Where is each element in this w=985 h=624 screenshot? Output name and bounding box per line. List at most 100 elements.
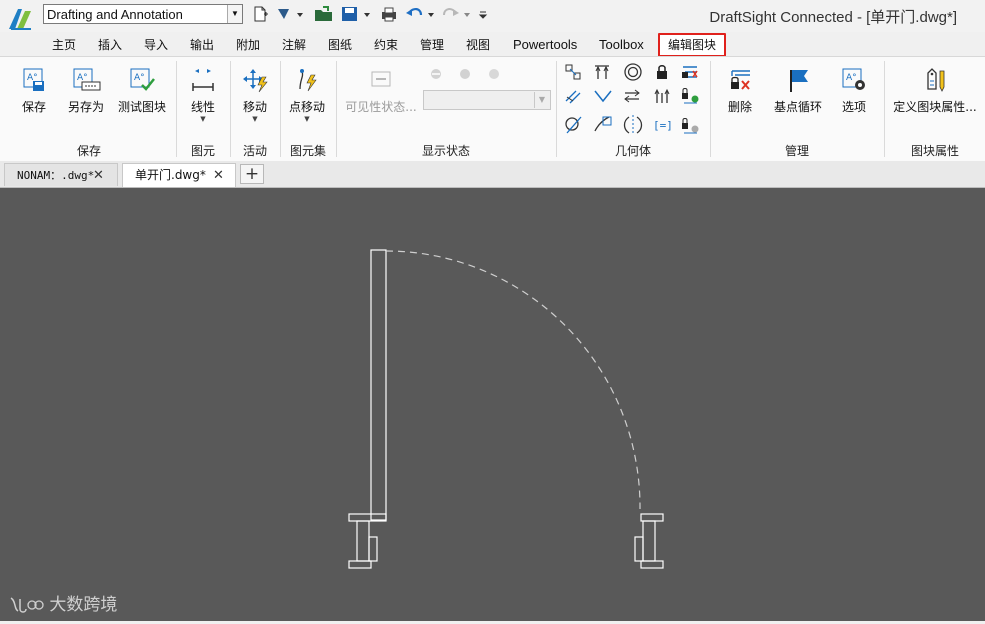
visibility-state-dropdown[interactable]: ▼ xyxy=(423,90,551,110)
show-all-icon xyxy=(682,88,699,104)
doc-tab-noname[interactable]: NONAM：.dwg* ✕ xyxy=(4,163,118,186)
tangent-icon xyxy=(565,116,582,134)
ribbon-panel: A° 保存 A° 另存为 A° 测试图块 保存 线性 ▼ 图元 移动 ▼ 活动 … xyxy=(0,56,985,162)
visibility-states-button[interactable]: 可见性状态... xyxy=(344,67,418,115)
basepoint-cycle-label: 基点循环 xyxy=(773,100,822,114)
group-label-manage: 管理 xyxy=(784,144,809,158)
save-block-button[interactable]: A° 保存 xyxy=(14,67,54,115)
save-as-icon: A° xyxy=(73,68,101,91)
new-file-icon[interactable] xyxy=(251,5,269,23)
delete-constraint-button[interactable]: 删除 xyxy=(720,67,760,115)
group-label-geometry: 几何体 xyxy=(614,144,651,158)
close-icon[interactable]: ✕ xyxy=(213,164,224,187)
tab-powertools[interactable]: Powertools xyxy=(513,36,577,54)
parallel-icon xyxy=(565,90,581,104)
group-label-save: 保存 xyxy=(76,144,101,158)
geometry-constraint-icons[interactable]: [=] xyxy=(563,63,705,139)
document-tab-bar: NONAM：.dwg* ✕ 单开门.dwg* ✕ + xyxy=(0,161,985,188)
save-block-label: 保存 xyxy=(21,100,46,114)
define-block-attribute-button[interactable]: 定义图块属性... xyxy=(892,67,978,115)
block-options-button[interactable]: A° 选项 xyxy=(836,67,872,115)
block-attribute-icon xyxy=(927,68,945,92)
close-icon[interactable]: ✕ xyxy=(93,164,104,187)
save-block-icon: A° xyxy=(23,68,44,91)
group-label-block-attribute: 图块属性 xyxy=(910,144,959,158)
move-action-icon xyxy=(243,69,268,93)
fix-icon xyxy=(654,88,670,103)
watermark: 大数跨境 xyxy=(8,590,117,615)
tab-annotate[interactable]: 注解 xyxy=(282,36,306,54)
point-move-button[interactable]: 点移动 ▼ xyxy=(286,67,328,123)
redo-icon[interactable] xyxy=(442,5,476,23)
tab-export[interactable]: 输出 xyxy=(190,36,214,54)
watermark-logo-icon xyxy=(10,597,44,613)
basepoint-cycle-button[interactable]: 基点循环 xyxy=(770,67,826,115)
group-divider xyxy=(230,61,231,157)
linear-parameter-label: 线性 xyxy=(190,100,215,114)
tab-view[interactable]: 视图 xyxy=(466,36,490,54)
save-dropdown-icon[interactable] xyxy=(341,5,373,23)
block-dimension-icon: [=] xyxy=(653,119,673,132)
group-divider xyxy=(884,61,885,157)
vertical-constraint-icon xyxy=(595,65,609,79)
hide-all-icon xyxy=(682,118,699,134)
tab-sheet[interactable]: 图纸 xyxy=(328,36,352,54)
test-block-button[interactable]: A° 测试图块 xyxy=(116,67,168,115)
ribbon-tab-bar: 主页 插入 导入 输出 附加 注解 图纸 约束 管理 视图 Powertools… xyxy=(0,32,985,57)
point-move-icon xyxy=(299,69,317,92)
group-label-action: 活动 xyxy=(242,144,267,158)
group-label-entity: 图元 xyxy=(190,144,215,158)
group-label-entity-set: 图元集 xyxy=(289,144,326,158)
left-jamb-bottom xyxy=(348,560,372,569)
door-block-drawing[interactable] xyxy=(0,188,985,621)
linear-parameter-button[interactable]: 线性 ▼ xyxy=(184,67,222,123)
define-block-attribute-label: 定义图块属性... xyxy=(893,100,977,114)
workspace-dropdown[interactable]: Drafting and Annotation ▼ xyxy=(43,4,243,24)
tab-insert[interactable]: 插入 xyxy=(98,36,122,54)
options-label: 选项 xyxy=(841,100,866,114)
visibility-states-icon xyxy=(371,71,391,87)
move-action-button[interactable]: 移动 ▼ xyxy=(236,67,274,123)
door-leaf xyxy=(370,249,387,521)
move-action-label: 移动 xyxy=(242,100,267,114)
customize-toolbar-icon[interactable] xyxy=(478,5,488,23)
chevron-down-icon: ▼ xyxy=(200,115,206,123)
workspace-value: Drafting and Annotation xyxy=(47,7,183,22)
show-constraints-icon xyxy=(682,66,698,78)
tab-addins[interactable]: 附加 xyxy=(236,36,260,54)
visibility-toggle-icons xyxy=(431,69,499,79)
right-jamb-top xyxy=(640,513,664,522)
left-jamb-stop xyxy=(368,536,378,562)
tab-edit-block[interactable]: 编辑图块 xyxy=(658,33,727,57)
svg-text:[=]: [=] xyxy=(653,119,673,132)
right-jamb-post xyxy=(642,520,656,562)
tab-manage[interactable]: 管理 xyxy=(420,36,444,54)
left-jamb-post xyxy=(356,520,370,562)
draftsight-logo-icon[interactable] xyxy=(6,5,34,33)
undo-icon[interactable] xyxy=(405,5,437,23)
add-tab-button[interactable]: + xyxy=(240,164,264,184)
window-title: DraftSight Connected - [单开门.dwg*] xyxy=(709,9,957,26)
smooth-icon xyxy=(594,116,612,132)
test-block-icon: A° xyxy=(130,68,155,91)
tab-home[interactable]: 主页 xyxy=(52,36,76,54)
group-divider xyxy=(336,61,337,157)
linear-dimension-icon xyxy=(192,69,214,91)
drawing-canvas[interactable] xyxy=(0,188,985,621)
svg-text:A°: A° xyxy=(846,73,857,83)
title-bar: Drafting and Annotation ▼ DraftSight Con… xyxy=(0,0,985,32)
open-dropdown-icon[interactable] xyxy=(275,5,305,23)
doc-tab-single-door[interactable]: 单开门.dwg* ✕ xyxy=(122,163,236,187)
chevron-down-icon[interactable]: ▼ xyxy=(227,5,242,23)
point-move-label: 点移动 xyxy=(288,100,325,114)
tab-toolbox[interactable]: Toolbox xyxy=(599,36,644,54)
save-as-button[interactable]: A° 另存为 xyxy=(64,67,108,115)
print-icon[interactable] xyxy=(380,5,398,23)
tab-import[interactable]: 导入 xyxy=(144,36,168,54)
chevron-down-icon: ▼ xyxy=(304,115,310,123)
symmetric-icon xyxy=(623,115,643,135)
open-folder-icon[interactable] xyxy=(314,5,334,23)
coincident-icon xyxy=(565,64,581,80)
group-divider xyxy=(176,61,177,157)
tab-constraints[interactable]: 约束 xyxy=(374,36,398,54)
